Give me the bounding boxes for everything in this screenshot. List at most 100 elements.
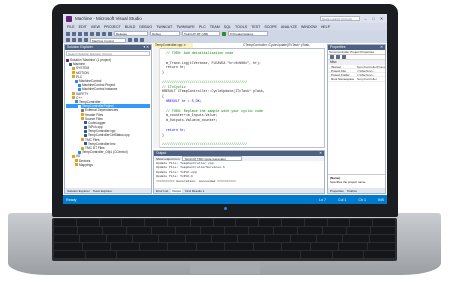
- tree-item-icon: [72, 92, 75, 96]
- status-bar: Ready Ln 7 Col 1 Ch 1 INS: [63, 195, 387, 204]
- tab-team-explorer[interactable]: Team Explorer: [93, 189, 112, 193]
- menu-item[interactable]: VIEW: [91, 25, 100, 29]
- instance-select[interactable]: TcCreateInstance: [228, 31, 268, 36]
- tree-item-icon: [75, 163, 78, 167]
- restart-icon[interactable]: [72, 38, 76, 42]
- close-icon[interactable]: ✕: [380, 45, 383, 50]
- start-plc-icon[interactable]: [134, 38, 138, 42]
- tree-item-icon: [81, 108, 84, 112]
- status-text: Ready: [66, 197, 77, 202]
- property-value[interactable]: TempControllerProject: [357, 65, 386, 68]
- alphabetical-icon[interactable]: [336, 55, 340, 59]
- tree-item-icon: [81, 146, 84, 150]
- maximize-button[interactable]: □: [371, 16, 376, 21]
- menu-item[interactable]: DEBUG: [139, 25, 152, 29]
- target-select[interactable]: Machine Control: [90, 37, 126, 43]
- property-pages-icon[interactable]: [342, 55, 346, 59]
- open-icon[interactable]: [84, 31, 88, 36]
- new-project-icon[interactable]: [78, 31, 82, 36]
- close-icon[interactable]: ✕: [319, 151, 322, 156]
- menu-item[interactable]: TWINSAFE: [176, 25, 195, 29]
- output-log: Update file: TempController.cpp Update fi…: [154, 161, 324, 183]
- undo-icon[interactable]: [102, 31, 106, 36]
- property-value[interactable]: C:\Machine\...: [357, 69, 386, 72]
- tree-item-icon: [72, 75, 75, 79]
- close-button[interactable]: ✕: [379, 16, 384, 21]
- menu-item[interactable]: WINDOW: [301, 25, 317, 29]
- stop-plc-icon[interactable]: [140, 38, 144, 42]
- menu-item[interactable]: TEAM: [210, 25, 220, 29]
- menu-item[interactable]: ANALYZE: [281, 25, 297, 29]
- tab-solution-explorer[interactable]: Solution Explorer: [67, 189, 90, 193]
- tree-item-icon: [72, 96, 75, 100]
- menu-item[interactable]: PROJECT: [104, 25, 121, 29]
- solution-tree: Solution 'Machine' (1 project) Machine SYS…: [65, 57, 151, 168]
- debug-select[interactable]: Debug: [150, 31, 180, 36]
- status-col: Col 1: [338, 197, 347, 202]
- save-icon[interactable]: [90, 31, 94, 36]
- solution-search-input[interactable]: Search Solution Explorer (Ctrl+ü): [66, 51, 150, 56]
- activate-config-icon[interactable]: [66, 38, 70, 42]
- menu-item[interactable]: PLC: [199, 25, 206, 29]
- menu-item[interactable]: TOOLS: [235, 25, 247, 29]
- tree-item-icon: [75, 159, 78, 163]
- scan-icon[interactable]: [84, 38, 88, 42]
- tree-item-icon: [84, 133, 87, 137]
- menu-item[interactable]: TWINCAT: [156, 25, 172, 29]
- start-icon[interactable]: [222, 31, 226, 36]
- back-icon[interactable]: [66, 31, 70, 36]
- output-tabs: Error List Output Find Results 1: [154, 188, 324, 193]
- configuration-select[interactable]: Release: [114, 31, 148, 36]
- properties-tabs: Properties Toolbox: [328, 188, 385, 193]
- code-line[interactable]: ////////////////////////////////////////…: [162, 142, 321, 147]
- menu-item[interactable]: FILE: [67, 25, 75, 29]
- pin-icon[interactable]: ▾ ✕: [144, 45, 150, 50]
- tree-item-icon: [66, 58, 69, 62]
- minimize-button[interactable]: –: [363, 16, 368, 21]
- tree-item-icon: [78, 104, 81, 108]
- save-all-icon[interactable]: [96, 31, 100, 36]
- status-ch: Ch 1: [358, 197, 366, 202]
- tree-item-icon: [78, 83, 81, 87]
- tab-properties[interactable]: Properties: [330, 189, 344, 193]
- laptop-screen: Machine - Microsoft Visual Studio Quick …: [63, 14, 387, 204]
- property-key: (Name): [331, 64, 342, 68]
- window-title: Machine - Microsoft Visual Studio: [75, 16, 142, 21]
- tree-item-icon: [84, 125, 87, 129]
- tab-error-list[interactable]: Error List: [156, 189, 168, 193]
- output-panel: Output ✕ Show output from: TwinCAT TMC Co…: [153, 150, 325, 194]
- tab-find-results[interactable]: Find Results 1: [185, 189, 204, 193]
- tree-item-icon: [81, 113, 84, 117]
- tree-item-icon: [72, 71, 75, 75]
- property-value[interactable]: C:\Machine\...: [357, 73, 386, 76]
- menu-item[interactable]: SCOPE: [264, 25, 277, 29]
- login-icon[interactable]: [128, 38, 132, 42]
- menu-item[interactable]: TEST: [251, 25, 260, 29]
- code-editor[interactable]: // TODO: Add deinitialization code m_Tra…: [153, 48, 325, 148]
- property-key: Project File: [331, 68, 347, 73]
- quick-launch-input[interactable]: Quick Launch (Ctrl+Q): [320, 16, 360, 21]
- menu-item[interactable]: HELP: [321, 25, 330, 29]
- property-key: Project Folder: [331, 73, 350, 77]
- menu-item[interactable]: EDIT: [79, 25, 87, 29]
- solution-explorer-title: Solution Explorer ▾ ✕: [65, 45, 151, 50]
- tree-item[interactable]: Mappings: [66, 163, 150, 167]
- property-value[interactable]: TempController: [357, 77, 386, 80]
- tree-item-icon: [78, 150, 81, 154]
- tab-toolbox[interactable]: Toolbox: [347, 189, 357, 193]
- menu-item[interactable]: BUILD: [125, 25, 136, 29]
- keyboard: [52, 218, 397, 261]
- categorized-icon[interactable]: [330, 55, 334, 59]
- config-mode-icon[interactable]: [78, 38, 82, 42]
- tab-output[interactable]: Output: [171, 188, 183, 193]
- property-row[interactable]: Root Namespace TempController: [328, 77, 386, 82]
- tree-item-icon: [84, 129, 87, 133]
- tree-item-icon: [72, 66, 75, 70]
- forward-icon[interactable]: [72, 31, 76, 36]
- menu-bar: FILE EDIT VIEW PROJECT BUILD DEBUG TWINC…: [63, 23, 387, 30]
- tree-item-icon: [81, 138, 84, 142]
- menu-item[interactable]: SQL: [224, 25, 231, 29]
- property-description: (Name) Specifies the project name.: [328, 174, 385, 188]
- redo-icon[interactable]: [108, 31, 112, 36]
- platform-select[interactable]: TwinCAT RT (x86): [182, 31, 220, 36]
